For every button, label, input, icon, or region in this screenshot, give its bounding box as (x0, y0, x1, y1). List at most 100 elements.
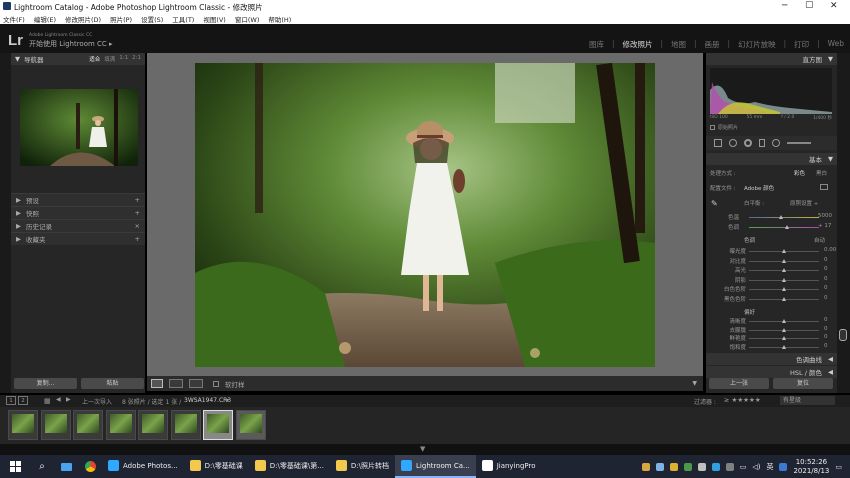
tone-value[interactable]: 0 (824, 257, 828, 263)
menu-photo[interactable]: 照片(P) (110, 14, 132, 24)
menu-view[interactable]: 视图(V) (203, 14, 226, 24)
clock[interactable]: 10:52:26 2021/8/13 (793, 458, 829, 476)
tone-slider-knob[interactable] (782, 287, 786, 291)
tray-app-icon[interactable] (655, 462, 664, 471)
menu-settings[interactable]: 设置(S) (141, 14, 163, 24)
basic-header[interactable]: 基本 ▼ (706, 153, 837, 165)
tray-app-icon[interactable] (683, 462, 692, 471)
presence-slider[interactable] (749, 344, 819, 349)
original-photo-row[interactable]: 原始照片 (710, 124, 738, 131)
menu-tools[interactable]: 工具(T) (172, 14, 194, 24)
tone-auto-button[interactable]: 自动 (814, 236, 825, 244)
filmstrip-source[interactable]: 上一次导入 (82, 397, 112, 406)
tone-slider[interactable] (749, 268, 819, 272)
module-develop[interactable]: 修改照片 (622, 39, 652, 50)
tone-slider-knob[interactable] (782, 258, 786, 263)
presence-slider[interactable] (749, 327, 819, 332)
loupe-view-icon[interactable] (151, 379, 163, 388)
volume-icon[interactable]: ◁) (752, 463, 760, 471)
page-1-button[interactable]: 1 (6, 396, 16, 405)
grid-view-icon[interactable]: ▦ (44, 397, 51, 405)
scrollbar-thumb[interactable] (839, 329, 847, 341)
snapshots-section[interactable]: ▶ 快照 + (11, 206, 145, 219)
before-after-menu-icon[interactable] (189, 379, 203, 388)
back-arrow-icon[interactable]: ◀ (56, 396, 61, 403)
reset-button[interactable]: 复位 (773, 378, 833, 389)
notification-icon[interactable]: ▭ (835, 463, 842, 471)
before-after-icon[interactable] (169, 379, 183, 388)
get-started-link[interactable]: 开始使用 Lightroom CC ▸ (29, 39, 113, 49)
hsl-header[interactable]: HSL / 颜色 ◀ (706, 366, 837, 378)
taskbar-app-button[interactable]: D:\照片转档 (330, 455, 395, 478)
module-book[interactable]: 画册 (705, 39, 720, 50)
module-library[interactable]: 图库 (589, 39, 604, 50)
tone-slider-knob[interactable] (782, 277, 786, 282)
presets-section[interactable]: ▶ 预设 + (11, 193, 145, 206)
star-filter[interactable]: ≥ ★★★★★ (724, 396, 761, 404)
toolbar-menu-chevron-icon[interactable]: ▼ (692, 380, 697, 387)
filmstrip-thumbnail[interactable] (170, 410, 201, 440)
history-section[interactable]: ▶ 历史记录 × (11, 219, 145, 232)
forward-arrow-icon[interactable]: ▶ (66, 396, 71, 403)
filter-dropdown[interactable]: 有星级 (780, 396, 835, 405)
chrome-icon[interactable] (78, 461, 102, 472)
tint-slider[interactable] (749, 225, 819, 229)
profile-browser-icon[interactable] (820, 184, 828, 190)
tray-app-icon[interactable] (711, 462, 720, 471)
previous-button[interactable]: 上一张 (709, 378, 769, 389)
taskbar-app-button[interactable]: D:\零基础课\第... (249, 455, 330, 478)
tone-value[interactable]: 0 (824, 285, 828, 291)
tone-slider[interactable] (749, 249, 819, 253)
right-panel-scrollbar[interactable] (837, 53, 850, 393)
close-button[interactable]: ✕ (830, 1, 838, 11)
tone-value[interactable]: 0 (824, 266, 828, 272)
tone-slider-knob[interactable] (782, 296, 786, 301)
module-print[interactable]: 打印 (794, 39, 809, 50)
zoom-1-1[interactable]: 1:1 (119, 55, 128, 63)
menu-help[interactable]: 帮助(H) (268, 14, 291, 24)
filmstrip-thumbnail[interactable] (105, 410, 136, 440)
menu-edit[interactable]: 编辑(E) (34, 14, 56, 24)
presence-slider-knob[interactable] (782, 319, 786, 323)
tray-app-icon[interactable] (697, 462, 706, 471)
temp-slider-knob[interactable] (779, 215, 783, 219)
presence-value[interactable]: 0 (824, 317, 828, 323)
module-slideshow[interactable]: 幻灯片放映 (738, 39, 776, 50)
tone-slider[interactable] (749, 296, 819, 301)
graduated-filter-icon[interactable] (759, 139, 765, 147)
tint-value[interactable]: + 17 (818, 223, 831, 229)
presence-slider-knob[interactable] (782, 336, 786, 340)
zoom-fit[interactable]: 适合 (89, 55, 100, 63)
presence-slider-knob[interactable] (782, 327, 786, 332)
temp-value[interactable]: 5000 (818, 213, 832, 219)
treatment-bw[interactable]: 黑白 (816, 169, 827, 177)
histogram-header[interactable]: 直方图 ▼ (706, 53, 837, 65)
treatment-color[interactable]: 彩色 (794, 169, 805, 177)
paste-button[interactable]: 粘贴 (81, 378, 144, 389)
radial-filter-icon[interactable] (772, 139, 780, 147)
network-icon[interactable]: ▭ (740, 463, 747, 471)
presence-value[interactable]: 0 (824, 343, 828, 349)
tone-slider[interactable] (749, 277, 819, 282)
menu-file[interactable]: 文件(F) (3, 14, 25, 24)
zoom-2-1[interactable]: 2:1 (132, 55, 141, 63)
filmstrip-thumbnail[interactable] (235, 410, 266, 440)
tray-app-icon[interactable] (725, 462, 734, 471)
filmstrip-collapse-bar[interactable]: ▼ (0, 444, 850, 455)
filmstrip-thumbnail[interactable] (138, 410, 168, 440)
zoom-fill[interactable]: 填满 (104, 55, 115, 63)
navigator-header[interactable]: ▼ 导航器 适合 填满 1:1 2:1 (11, 53, 145, 65)
red-eye-icon[interactable] (744, 139, 752, 147)
task-view-icon[interactable] (54, 462, 78, 471)
spot-removal-icon[interactable] (729, 139, 737, 147)
eyedropper-icon[interactable]: ✎ (711, 199, 721, 209)
taskbar-app-button[interactable]: Adobe Photos... (102, 455, 184, 478)
module-web[interactable]: Web (828, 39, 844, 50)
soft-proof-checkbox[interactable] (213, 380, 219, 387)
taskbar-app-button[interactable]: JianyingPro (476, 455, 542, 478)
filmstrip-thumbnail[interactable] (40, 410, 71, 440)
tone-value[interactable]: 0.00 (824, 247, 836, 253)
clear-history-icon[interactable]: × (135, 222, 140, 230)
adjustment-brush-icon[interactable] (787, 142, 811, 144)
temp-slider[interactable] (749, 215, 819, 219)
